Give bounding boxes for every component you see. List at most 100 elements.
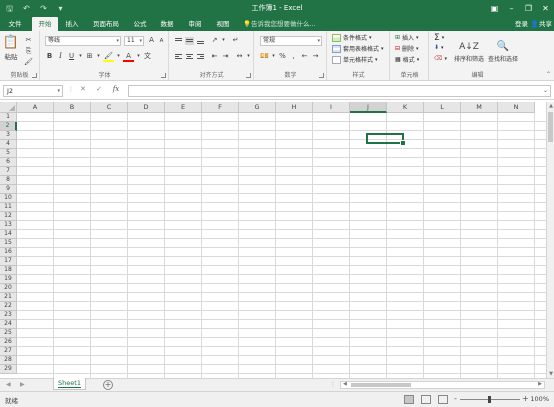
align-top-icon[interactable]: [174, 37, 183, 45]
chevron-down-icon[interactable]: ▾: [96, 52, 101, 61]
scroll-up-icon[interactable]: ▲: [547, 102, 554, 110]
italic-button[interactable]: I: [56, 52, 65, 61]
tab-data[interactable]: 数据: [155, 17, 179, 31]
row-header[interactable]: 2: [0, 122, 17, 131]
column-header[interactable]: G: [239, 102, 276, 113]
sort-filter-button[interactable]: A↓Z 排序和筛选: [452, 33, 486, 69]
tab-review[interactable]: 审阅: [183, 17, 207, 31]
tab-split-handle-icon[interactable]: ⋮: [330, 381, 336, 388]
increase-decimal-icon[interactable]: ←: [300, 52, 309, 61]
row-header[interactable]: 18: [0, 266, 17, 275]
accounting-format-icon[interactable]: 💴: [260, 52, 269, 61]
zoom-slider[interactable]: [460, 396, 520, 403]
paste-button[interactable]: 📋 粘贴: [3, 33, 19, 63]
restore-icon[interactable]: ❐: [520, 0, 537, 17]
column-header[interactable]: C: [91, 102, 128, 113]
active-cell[interactable]: [366, 133, 406, 146]
clear-button[interactable]: ⌫ ▾: [434, 55, 447, 62]
percent-style-button[interactable]: %: [278, 52, 287, 61]
copy-icon[interactable]: ⎘: [24, 47, 33, 56]
chevron-down-icon[interactable]: ▾: [136, 52, 141, 61]
vertical-scroll-thumb[interactable]: [548, 112, 553, 142]
row-header[interactable]: 9: [0, 185, 17, 194]
font-size-combo[interactable]: 11 ▾: [124, 36, 144, 46]
alignment-launcher-icon[interactable]: [246, 73, 251, 78]
column-header[interactable]: D: [128, 102, 165, 113]
row-header[interactable]: 4: [0, 140, 17, 149]
close-icon[interactable]: ✕: [537, 0, 554, 17]
row-header[interactable]: 8: [0, 176, 17, 185]
minimize-icon[interactable]: –: [503, 0, 520, 17]
zoom-slider-knob[interactable]: [488, 396, 491, 403]
conditional-formatting-button[interactable]: 条件格式 ▾: [332, 33, 372, 42]
row-header[interactable]: 1: [0, 113, 17, 122]
row-header[interactable]: 3: [0, 131, 17, 140]
ribbon-display-icon[interactable]: ▣: [486, 0, 503, 17]
tab-view[interactable]: 视图: [211, 17, 235, 31]
shrink-font-icon[interactable]: A: [157, 37, 166, 46]
tell-me-box[interactable]: 💡告诉我您想要做什么...: [243, 18, 316, 30]
cut-icon[interactable]: ✂: [24, 36, 33, 45]
horizontal-scrollbar[interactable]: ◀ ▶: [340, 381, 545, 389]
share-button[interactable]: 👤共享: [531, 17, 552, 31]
column-header[interactable]: J: [350, 102, 387, 113]
column-header[interactable]: N: [498, 102, 535, 113]
column-header[interactable]: L: [424, 102, 461, 113]
font-name-combo[interactable]: 等线 ▾: [45, 36, 121, 46]
row-header[interactable]: 14: [0, 230, 17, 239]
delete-cells-button[interactable]: ⊟ 删除 ▾: [395, 44, 419, 53]
zoom-level[interactable]: 100%: [530, 395, 549, 403]
cell-area[interactable]: [17, 113, 546, 378]
name-box[interactable]: J2 ▾: [3, 85, 63, 97]
row-header[interactable]: 26: [0, 338, 17, 347]
column-header[interactable]: F: [202, 102, 239, 113]
tab-formulas[interactable]: 公式: [128, 17, 152, 31]
collapse-ribbon-icon[interactable]: ⌃: [546, 71, 551, 78]
increase-indent-icon[interactable]: ⇥: [221, 52, 230, 61]
number-launcher-icon[interactable]: [319, 73, 324, 78]
zoom-in-button[interactable]: +: [522, 394, 529, 403]
clipboard-launcher-icon[interactable]: [32, 73, 37, 78]
phonetic-icon[interactable]: 文: [143, 52, 152, 61]
underline-button[interactable]: U: [67, 52, 76, 61]
tab-home[interactable]: 开始: [32, 17, 58, 31]
autosum-button[interactable]: Σ ▾: [434, 33, 444, 43]
number-format-combo[interactable]: 常规 ▾: [260, 36, 322, 46]
row-header[interactable]: 23: [0, 311, 17, 320]
fill-button[interactable]: ⬇ ▾: [434, 44, 444, 51]
zoom-out-button[interactable]: -: [454, 394, 457, 403]
column-header[interactable]: A: [17, 102, 54, 113]
column-header[interactable]: E: [165, 102, 202, 113]
column-header[interactable]: K: [387, 102, 424, 113]
bold-button[interactable]: B: [45, 52, 54, 61]
row-header[interactable]: 5: [0, 149, 17, 158]
scroll-right-icon[interactable]: ▶: [538, 381, 542, 387]
tab-insert[interactable]: 插入: [60, 17, 84, 31]
font-color-icon[interactable]: A: [123, 52, 134, 62]
wrap-text-icon[interactable]: ↵: [231, 36, 240, 45]
row-header[interactable]: 10: [0, 194, 17, 203]
insert-cells-button[interactable]: ⊞ 插入 ▾: [395, 33, 419, 42]
row-header[interactable]: 15: [0, 239, 17, 248]
row-header[interactable]: 20: [0, 284, 17, 293]
orientation-icon[interactable]: ↗: [210, 36, 219, 45]
column-header[interactable]: M: [461, 102, 498, 113]
row-header[interactable]: 16: [0, 248, 17, 257]
align-center-icon[interactable]: [185, 53, 194, 61]
grow-font-icon[interactable]: A: [147, 36, 156, 45]
row-header[interactable]: 21: [0, 293, 17, 302]
decrease-decimal-icon[interactable]: →: [311, 52, 320, 61]
next-sheet-icon[interactable]: ▶: [20, 381, 25, 388]
chevron-down-icon[interactable]: ▾: [116, 52, 121, 61]
align-right-icon[interactable]: [196, 53, 205, 61]
sign-in-link[interactable]: 登录: [515, 17, 528, 31]
column-header[interactable]: I: [313, 102, 350, 113]
enter-icon[interactable]: ✓: [94, 85, 104, 93]
formula-input[interactable]: ⌄: [128, 85, 551, 97]
cancel-icon[interactable]: ✕: [78, 85, 88, 93]
row-header[interactable]: 28: [0, 356, 17, 365]
row-header[interactable]: 19: [0, 275, 17, 284]
tab-page-layout[interactable]: 页面布局: [90, 17, 122, 31]
row-header[interactable]: 17: [0, 257, 17, 266]
row-header[interactable]: 12: [0, 212, 17, 221]
